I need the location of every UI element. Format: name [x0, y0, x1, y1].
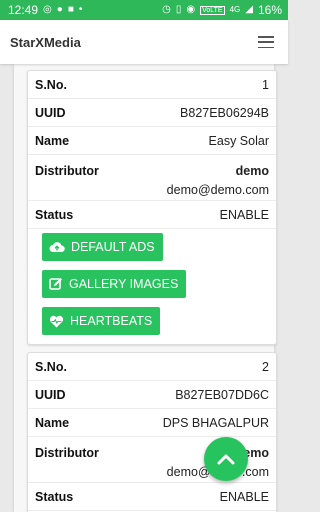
network-type: 4G: [229, 5, 241, 14]
chevron-up-icon: [217, 454, 235, 465]
whatsapp-icon: ◎: [43, 4, 52, 15]
volte-icon: VoLTE: [200, 5, 225, 15]
uuid-row: UUID B827EB06294B: [28, 99, 276, 127]
distributor-row: Distributor demo demo@demo.com: [28, 155, 276, 201]
distributor-label: Distributor: [35, 446, 99, 460]
sno-row: S.No. 1: [28, 71, 276, 99]
default-ads-button[interactable]: DEFAULT ADS: [42, 233, 163, 261]
cloud-upload-icon: [49, 242, 65, 252]
hotspot-icon: ◉: [186, 4, 196, 15]
status-row: Status ENABLE: [28, 483, 276, 511]
sno-label: S.No.: [35, 77, 67, 92]
sno-value: 1: [262, 77, 269, 92]
main-content: S.No. 1 UUID B827EB06294B Name Easy Sola…: [0, 64, 288, 512]
sno-row: S.No. 2: [28, 353, 276, 381]
navbar: StarXMedia: [0, 20, 288, 64]
uuid-label: UUID: [35, 387, 66, 402]
distributor-name: demo: [235, 164, 269, 178]
clock: 12:49: [8, 3, 39, 17]
uuid-value: B827EB07DD6C: [175, 387, 269, 402]
uuid-row: UUID B827EB07DD6C: [28, 381, 276, 409]
heartbeat-icon: [49, 315, 64, 327]
sno-label: S.No.: [35, 359, 67, 374]
gallery-images-label: GALLERY IMAGES: [69, 277, 179, 291]
heartbeats-button[interactable]: HEARTBEATS: [42, 307, 161, 335]
name-row: Name Easy Solar: [28, 127, 276, 155]
device-card: S.No. 1 UUID B827EB06294B Name Easy Sola…: [27, 70, 277, 345]
distributor-label: Distributor: [35, 164, 99, 178]
name-value: DPS BHAGALPUR: [162, 415, 269, 430]
battery-level: 16%: [257, 3, 282, 17]
name-label: Name: [35, 133, 70, 148]
signal-icon: ◢: [245, 4, 253, 15]
heartbeats-label: HEARTBEATS: [70, 314, 153, 328]
default-ads-label: DEFAULT ADS: [71, 240, 155, 254]
app-title[interactable]: StarXMedia: [10, 35, 81, 50]
uuid-label: UUID: [35, 105, 66, 120]
status-label: Status: [35, 207, 74, 222]
menu-icon[interactable]: [258, 36, 274, 48]
alarm-icon: ◷: [162, 4, 171, 15]
status-label: Status: [35, 489, 74, 504]
dot-icon: •: [78, 4, 83, 15]
status-bar: 12:49 ◎ ● ■ • ◷ ▯ ◉ VoLTE 4G ◢ 16%: [0, 0, 288, 20]
sno-value: 2: [262, 359, 269, 374]
gallery-images-button[interactable]: GALLERY IMAGES: [42, 270, 187, 298]
vibrate-icon: ▯: [175, 4, 182, 15]
distributor-email: demo@demo.com: [166, 183, 269, 197]
distributor-value: demo demo@demo.com: [167, 164, 269, 197]
message-icon: ●: [56, 4, 63, 15]
uuid-value: B827EB06294B: [180, 105, 269, 120]
name-row: Name DPS BHAGALPUR: [28, 409, 276, 437]
action-buttons: DEFAULT ADS GALLERY IMAGES HEARTBEATS: [28, 229, 276, 335]
name-value: Easy Solar: [208, 133, 269, 148]
status-value: ENABLE: [219, 489, 269, 504]
name-label: Name: [35, 415, 70, 430]
status-value: ENABLE: [219, 207, 269, 222]
status-row: Status ENABLE: [28, 201, 276, 229]
edit-icon: [49, 278, 62, 290]
device-card: S.No. 2 UUID B827EB07DD6C Name DPS BHAGA…: [27, 352, 277, 512]
w-app-icon: ■: [67, 4, 74, 15]
scroll-top-button[interactable]: [204, 437, 248, 481]
